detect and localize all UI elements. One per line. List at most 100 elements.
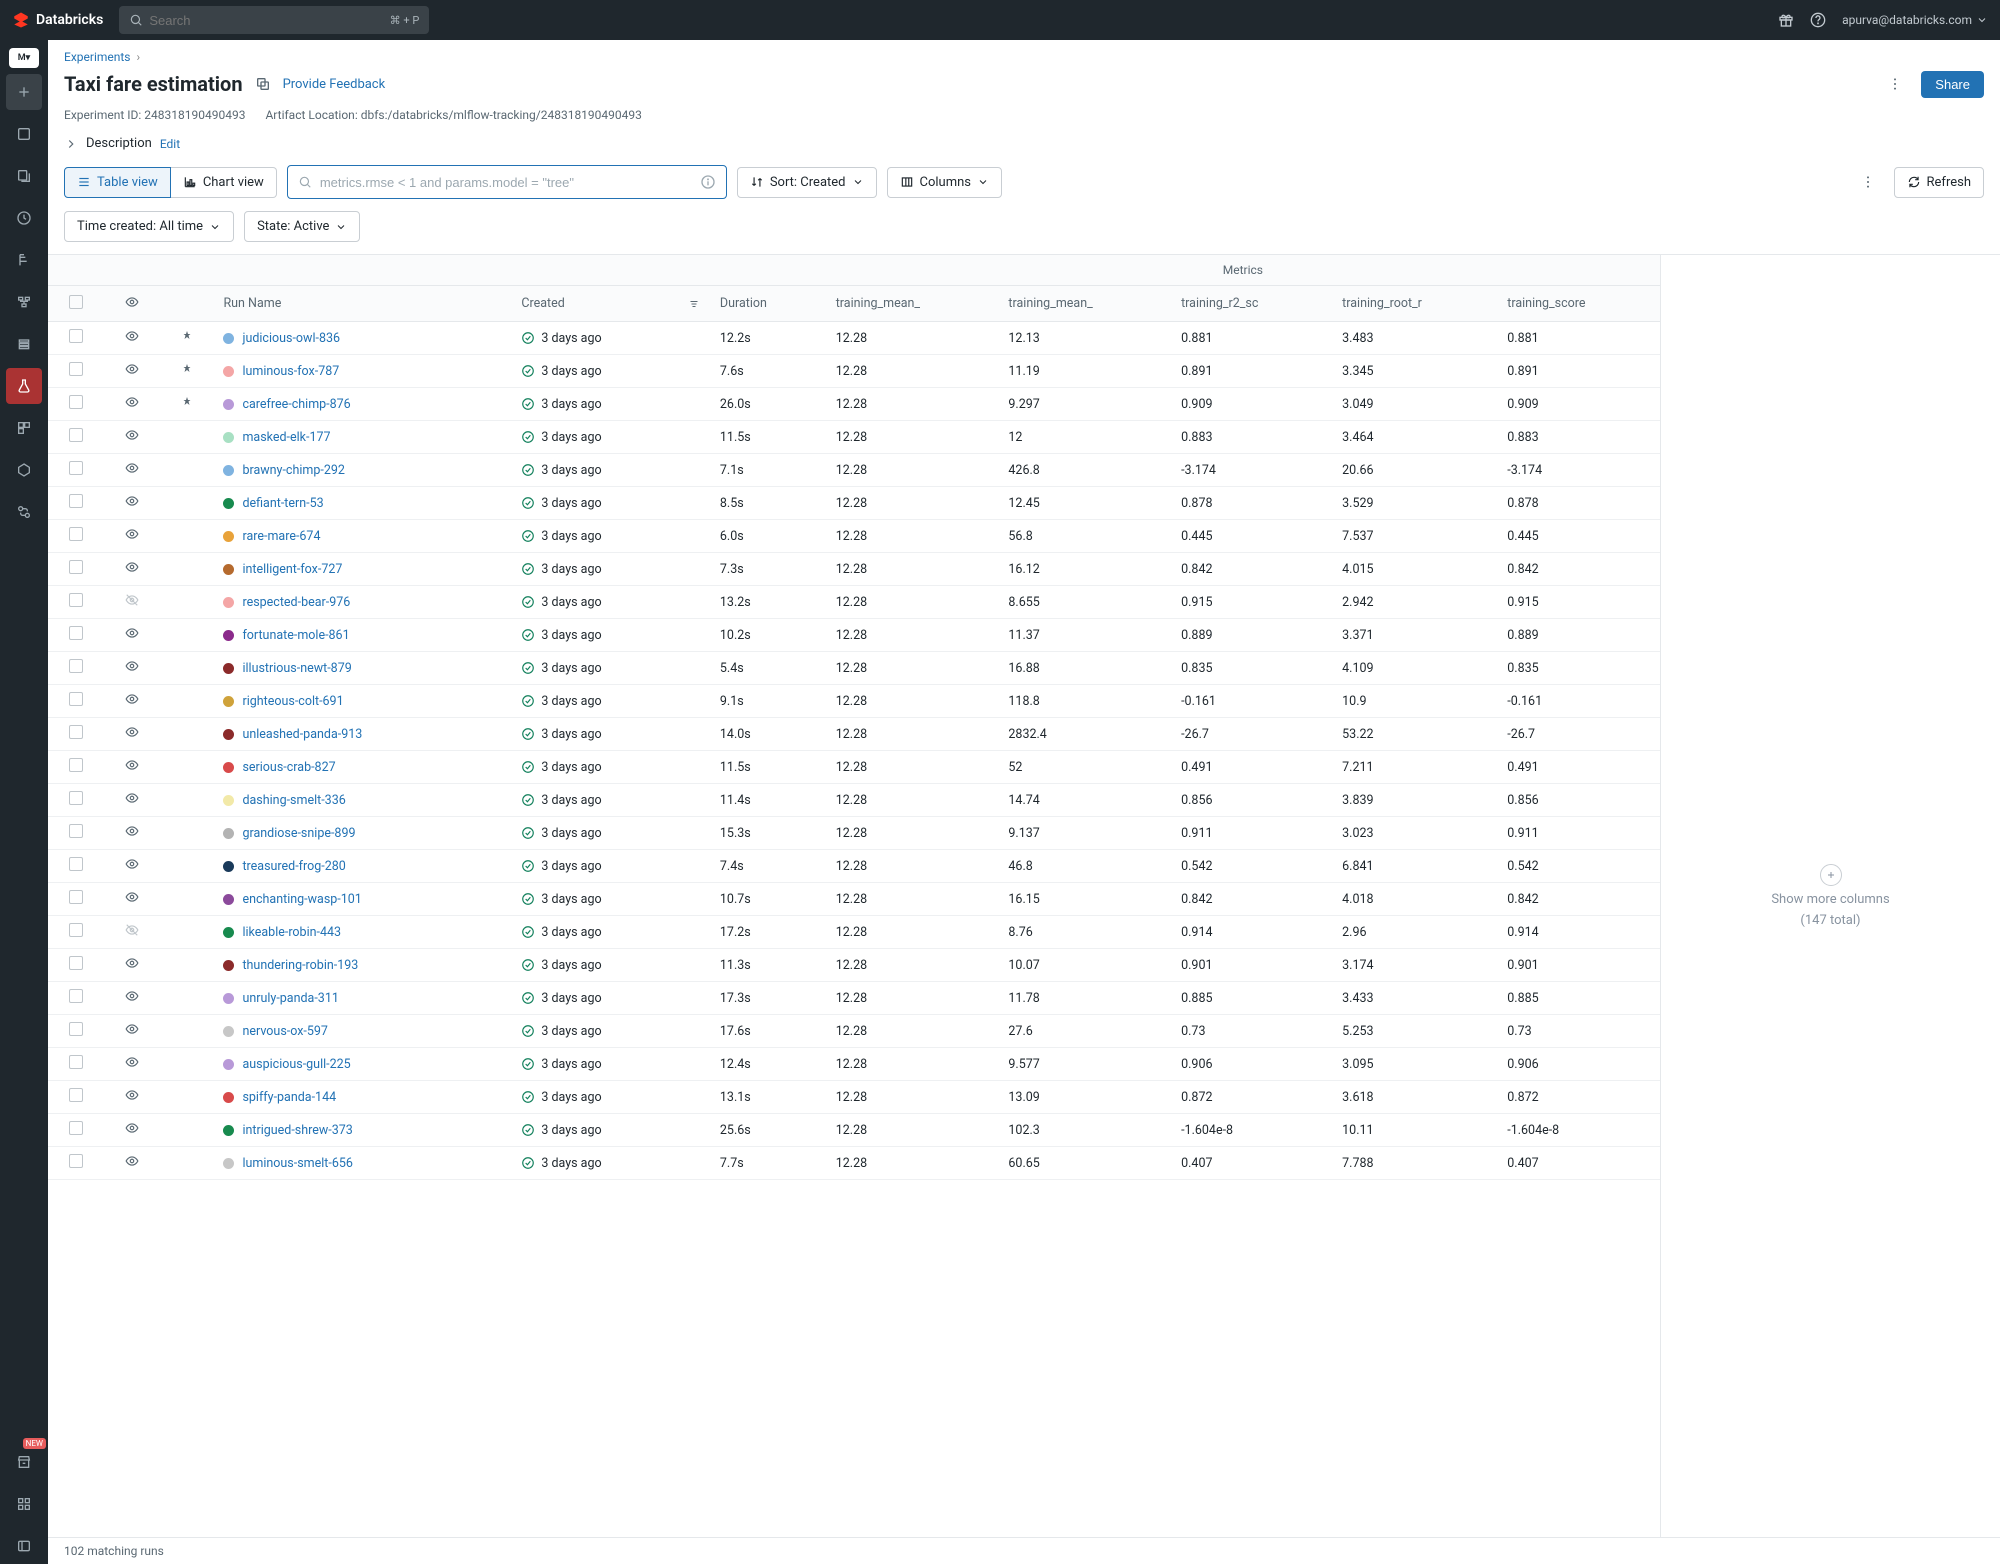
col-duration[interactable]: Duration — [710, 286, 826, 322]
row-checkbox[interactable] — [69, 923, 83, 937]
pin-cell[interactable] — [161, 553, 214, 586]
toolbar-more-button[interactable] — [1852, 166, 1884, 198]
visibility-toggle[interactable] — [104, 652, 160, 685]
state-filter-button[interactable]: State: Active — [244, 211, 360, 242]
row-checkbox[interactable] — [69, 593, 83, 607]
table-row[interactable]: enchanting-wasp-1013 days ago10.7s12.281… — [48, 883, 1660, 916]
sidebar-item-workspace[interactable] — [6, 116, 42, 152]
pin-cell[interactable] — [161, 421, 214, 454]
visibility-toggle[interactable] — [104, 421, 160, 454]
pin-cell[interactable] — [161, 1147, 214, 1180]
table-view-button[interactable]: Table view — [64, 167, 171, 198]
table-row[interactable]: dashing-smelt-3363 days ago11.4s12.2814.… — [48, 784, 1660, 817]
visibility-toggle[interactable] — [104, 1048, 160, 1081]
table-row[interactable]: auspicious-gull-2253 days ago12.4s12.289… — [48, 1048, 1660, 1081]
visibility-toggle[interactable] — [104, 718, 160, 751]
columns-button[interactable]: Columns — [887, 167, 1003, 198]
visibility-toggle[interactable] — [104, 1114, 160, 1147]
table-row[interactable]: unleashed-panda-9133 days ago14.0s12.282… — [48, 718, 1660, 751]
pin-cell[interactable] — [161, 817, 214, 850]
pin-cell[interactable] — [161, 1015, 214, 1048]
pin-cell[interactable] — [161, 487, 214, 520]
run-name-link[interactable]: brawny-chimp-292 — [242, 463, 344, 478]
visibility-toggle[interactable] — [104, 784, 160, 817]
sidebar-item-create[interactable] — [6, 74, 42, 110]
row-checkbox[interactable] — [69, 1055, 83, 1069]
row-checkbox[interactable] — [69, 824, 83, 838]
sidebar-item-marketplace[interactable]: NEW — [6, 1444, 42, 1480]
visibility-toggle[interactable] — [104, 553, 160, 586]
col-m0[interactable]: training_mean_ — [826, 286, 999, 322]
row-checkbox[interactable] — [69, 395, 83, 409]
col-m4[interactable]: training_score — [1497, 286, 1660, 322]
visibility-toggle[interactable] — [104, 1081, 160, 1114]
pin-cell[interactable] — [161, 1114, 214, 1147]
row-checkbox[interactable] — [69, 890, 83, 904]
row-checkbox[interactable] — [69, 428, 83, 442]
filter-search-input[interactable] — [320, 175, 700, 190]
table-row[interactable]: unruly-panda-3113 days ago17.3s12.2811.7… — [48, 982, 1660, 1015]
edit-description-link[interactable]: Edit — [160, 137, 180, 151]
visibility-toggle[interactable] — [104, 817, 160, 850]
page-more-button[interactable] — [1881, 70, 1909, 98]
table-row[interactable]: nervous-ox-5973 days ago17.6s12.2827.60.… — [48, 1015, 1660, 1048]
row-checkbox[interactable] — [69, 659, 83, 673]
table-row[interactable]: carefree-chimp-8763 days ago26.0s12.289.… — [48, 388, 1660, 421]
sidebar-item-recents[interactable] — [6, 200, 42, 236]
visibility-toggle[interactable] — [104, 322, 160, 355]
table-row[interactable]: luminous-smelt-6563 days ago7.7s12.2860.… — [48, 1147, 1660, 1180]
select-all-checkbox[interactable] — [69, 295, 83, 309]
workspace-switcher[interactable]: M▾ — [9, 48, 39, 68]
visibility-toggle[interactable] — [104, 916, 160, 949]
filter-search[interactable] — [287, 165, 727, 199]
breadcrumb-root[interactable]: Experiments — [64, 50, 131, 64]
visibility-toggle[interactable] — [104, 388, 160, 421]
pin-cell[interactable] — [161, 619, 214, 652]
run-name-link[interactable]: intelligent-fox-727 — [242, 562, 342, 577]
sort-button[interactable]: Sort: Created — [737, 167, 877, 198]
run-name-link[interactable]: righteous-colt-691 — [242, 694, 343, 709]
table-row[interactable]: respected-bear-9763 days ago13.2s12.288.… — [48, 586, 1660, 619]
pin-cell[interactable] — [161, 685, 214, 718]
info-icon[interactable] — [700, 174, 716, 190]
table-row[interactable]: fortunate-mole-8613 days ago10.2s12.2811… — [48, 619, 1660, 652]
global-search[interactable]: ⌘ + P — [119, 6, 429, 34]
pin-cell[interactable] — [161, 916, 214, 949]
run-name-link[interactable]: auspicious-gull-225 — [242, 1057, 350, 1072]
visibility-toggle[interactable] — [104, 685, 160, 718]
run-name-link[interactable]: intrigued-shrew-373 — [242, 1123, 352, 1138]
row-checkbox[interactable] — [69, 527, 83, 541]
row-checkbox[interactable] — [69, 791, 83, 805]
row-checkbox[interactable] — [69, 1022, 83, 1036]
pin-cell[interactable] — [161, 982, 214, 1015]
table-row[interactable]: intrigued-shrew-3733 days ago25.6s12.281… — [48, 1114, 1660, 1147]
pin-cell[interactable] — [161, 388, 214, 421]
run-name-link[interactable]: fortunate-mole-861 — [242, 628, 349, 643]
visibility-toggle[interactable] — [104, 1015, 160, 1048]
table-row[interactable]: serious-crab-8273 days ago11.5s12.28520.… — [48, 751, 1660, 784]
table-row[interactable]: brawny-chimp-2923 days ago7.1s12.28426.8… — [48, 454, 1660, 487]
run-name-link[interactable]: luminous-smelt-656 — [242, 1156, 352, 1171]
visibility-toggle[interactable] — [104, 883, 160, 916]
col-m3[interactable]: training_root_r — [1332, 286, 1497, 322]
table-row[interactable]: spiffy-panda-1443 days ago13.1s12.2813.0… — [48, 1081, 1660, 1114]
pin-cell[interactable] — [161, 454, 214, 487]
visibility-toggle[interactable] — [104, 454, 160, 487]
pin-cell[interactable] — [161, 355, 214, 388]
sidebar-item-data[interactable] — [6, 242, 42, 278]
run-name-link[interactable]: treasured-frog-280 — [242, 859, 345, 874]
run-name-link[interactable]: luminous-fox-787 — [242, 364, 339, 379]
run-name-link[interactable]: carefree-chimp-876 — [242, 397, 350, 412]
visibility-toggle[interactable] — [104, 619, 160, 652]
sidebar-item-models[interactable] — [6, 452, 42, 488]
pin-cell[interactable] — [161, 1048, 214, 1081]
table-row[interactable]: treasured-frog-2803 days ago7.4s12.2846.… — [48, 850, 1660, 883]
table-row[interactable]: masked-elk-1773 days ago11.5s12.28120.88… — [48, 421, 1660, 454]
run-name-link[interactable]: serious-crab-827 — [242, 760, 335, 775]
row-checkbox[interactable] — [69, 857, 83, 871]
sidebar-item-compute[interactable] — [6, 326, 42, 362]
sidebar-item-workflows[interactable] — [6, 284, 42, 320]
run-name-link[interactable]: spiffy-panda-144 — [242, 1090, 336, 1105]
visibility-toggle[interactable] — [104, 1147, 160, 1180]
run-name-link[interactable]: unruly-panda-311 — [242, 991, 338, 1006]
